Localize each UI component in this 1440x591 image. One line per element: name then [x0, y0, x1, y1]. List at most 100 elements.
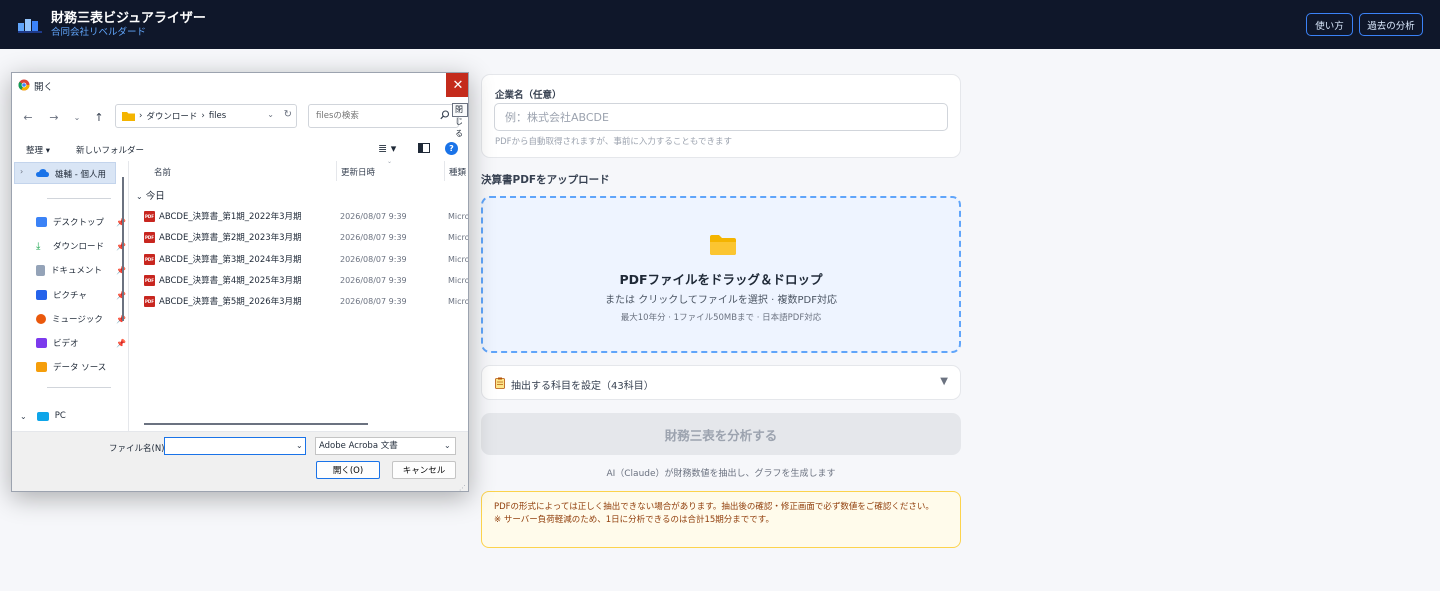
file-date: 2026/08/07 9:39	[340, 275, 407, 285]
folder-search-input[interactable]	[308, 104, 459, 128]
sidebar-item-label: データ ソース	[53, 363, 107, 373]
column-header-date[interactable]: 更新日時	[341, 166, 375, 178]
search-icon	[440, 110, 450, 120]
clipboard-icon	[495, 377, 505, 389]
address-bar[interactable]: › ダウンロード › files ⌄ ↻	[115, 104, 297, 128]
file-type: Micro	[448, 211, 469, 221]
breadcrumb-downloads[interactable]: ダウンロード	[146, 110, 197, 122]
sidebar-item-label: ドキュメント	[51, 266, 103, 276]
file-name: ABCDE_決算書_第3期_2024年3月期	[159, 255, 302, 265]
sidebar-item-data-source[interactable]: データ ソース	[36, 360, 128, 374]
analyze-button[interactable]: 財務三表を分析する	[481, 413, 961, 455]
file-name: ABCDE_決算書_第1期_2022年3月期	[159, 212, 302, 222]
sidebar-divider	[47, 387, 111, 388]
filename-history-chevron-icon[interactable]: ⌄	[296, 441, 303, 450]
sidebar-item-videos[interactable]: ビデオ 📌	[36, 336, 128, 350]
file-row[interactable]: PDF ABCDE_決算書_第3期_2024年3月期 2026/08/07 9:…	[144, 252, 469, 266]
filename-input[interactable]	[164, 437, 306, 455]
desktop-icon	[36, 217, 47, 227]
new-folder-button[interactable]: 新しいフォルダー	[76, 144, 144, 156]
help-icon[interactable]: ?	[445, 142, 458, 155]
open-button[interactable]: 開く(O)	[316, 461, 380, 479]
address-history-chevron-icon[interactable]: ⌄	[267, 110, 274, 119]
sidebar-divider	[47, 198, 111, 199]
sidebar-item-downloads[interactable]: ⤓ ダウンロード 📌	[36, 239, 128, 253]
forward-arrow-icon[interactable]: →	[47, 111, 61, 125]
video-icon	[36, 338, 47, 348]
sidebar-scrollbar[interactable]	[122, 177, 124, 321]
app-header: 財務三表ビジュアライザー 合同会社リベルダード 使い方 過去の分析	[0, 0, 1440, 49]
horizontal-scrollbar[interactable]	[144, 423, 368, 425]
sidebar-item-onedrive[interactable]: › 雄輔 - 個人用	[14, 162, 116, 184]
chevron-down-icon[interactable]: ⌄	[444, 441, 451, 450]
analyze-caption: AI（Claude）が財務数値を抽出し、グラフを生成します	[606, 469, 836, 479]
view-options-icon[interactable]: ≣ ▾	[378, 142, 396, 155]
sidebar-item-label: PC	[54, 411, 66, 421]
pdf-file-icon: PDF	[144, 295, 155, 307]
dropzone-note: 最大10年分 · 1ファイル50MBまで · 日本語PDF対応	[620, 313, 822, 323]
sidebar-item-label: デスクトップ	[53, 218, 105, 228]
how-to-button[interactable]: 使い方	[1306, 13, 1353, 36]
file-row[interactable]: PDF ABCDE_決算書_第4期_2025年3月期 2026/08/07 9:…	[144, 273, 469, 287]
sidebar-item-documents[interactable]: ドキュメント 📌	[36, 263, 128, 277]
group-header-today[interactable]: ⌄ 今日	[136, 188, 165, 202]
breadcrumb-separator: ›	[139, 111, 143, 121]
dropzone-subtitle: または クリックしてファイルを選択 · 複数PDF対応	[605, 295, 837, 306]
filetype-select[interactable]: Adobe Acroba 文書	[315, 437, 456, 455]
sidebar-item-music[interactable]: ミュージック 📌	[36, 312, 128, 326]
pdf-file-icon: PDF	[144, 274, 155, 286]
file-open-dialog: 開く ✕ 閉じる ← → ⌄ ↑ › ダウンロード › files ⌄ ↻ 整理…	[11, 72, 469, 492]
pdf-dropzone[interactable]: PDFファイルをドラッグ＆ドロップ または クリックしてファイルを選択 · 複数…	[481, 196, 961, 353]
sidebar-item-label: ピクチャ	[53, 291, 87, 301]
brand: 財務三表ビジュアライザー 合同会社リベルダード	[51, 10, 206, 39]
history-button[interactable]: 過去の分析	[1359, 13, 1423, 36]
company-label: 企業名（任意）	[495, 90, 562, 101]
file-name: ABCDE_決算書_第5期_2026年3月期	[159, 297, 302, 307]
warning-text: PDFの形式によっては正しく抽出できない場合があります。抽出後の確認・修正画面で…	[494, 502, 934, 512]
breadcrumb-separator: ›	[201, 111, 205, 121]
cancel-button[interactable]: キャンセル	[392, 461, 456, 479]
refresh-icon[interactable]: ↻	[284, 109, 292, 120]
pin-icon[interactable]: 📌	[116, 339, 126, 348]
file-type: Micro	[448, 254, 469, 264]
dialog-sidebar: › 雄輔 - 個人用 デスクトップ 📌 ⤓ ダウンロード 📌 ドキュメント 📌 …	[12, 161, 129, 431]
file-row[interactable]: PDF ABCDE_決算書_第5期_2026年3月期 2026/08/07 9:…	[144, 294, 468, 308]
column-divider[interactable]	[336, 161, 337, 181]
file-row[interactable]: PDF ABCDE_決算書_第2期_2023年3月期 2026/08/07 9:…	[144, 230, 468, 244]
upload-heading: 決算書PDFをアップロード	[481, 174, 610, 186]
fields-settings-toggle[interactable]: 抽出する科目を設定（43科目） ▼	[481, 365, 961, 400]
app-title: 財務三表ビジュアライザー	[51, 11, 206, 26]
organize-menu[interactable]: 整理 ▾	[26, 144, 50, 156]
music-icon	[36, 314, 46, 324]
sidebar-item-pc[interactable]: ⌄ PC	[20, 409, 112, 423]
expand-chevron-icon[interactable]: ›	[20, 167, 23, 176]
expand-chevron-icon[interactable]: ⌄	[20, 412, 27, 421]
file-name: ABCDE_決算書_第2期_2023年3月期	[159, 233, 302, 243]
recent-chevron-icon[interactable]: ⌄	[70, 111, 84, 125]
resize-grip-icon[interactable]: ⋰	[459, 484, 466, 491]
company-input[interactable]	[494, 103, 948, 131]
close-tooltip: 閉じる	[452, 103, 468, 138]
up-arrow-icon[interactable]: ↑	[92, 111, 106, 125]
back-arrow-icon[interactable]: ←	[21, 111, 35, 125]
column-header-type[interactable]: 種類	[449, 166, 466, 178]
column-divider[interactable]	[444, 161, 445, 181]
file-type: Micro	[448, 275, 469, 285]
company-help-text: PDFから自動取得されますが、事前に入力することもできます	[495, 137, 733, 147]
company-card: 企業名（任意） PDFから自動取得されますが、事前に入力することもできます	[481, 74, 961, 158]
warning-box: PDFの形式によっては正しく抽出できない場合があります。抽出後の確認・修正画面で…	[481, 491, 961, 548]
file-date: 2026/08/07 9:39	[340, 296, 407, 306]
filename-label: ファイル名(N):	[109, 444, 168, 454]
dialog-title: 開く	[34, 82, 54, 93]
sidebar-item-pictures[interactable]: ピクチャ 📌	[36, 288, 128, 302]
preview-pane-icon[interactable]	[418, 143, 430, 153]
sidebar-item-label: ダウンロード	[53, 242, 105, 252]
sidebar-item-desktop[interactable]: デスクトップ 📌	[36, 215, 128, 229]
folder-icon	[710, 235, 736, 255]
breadcrumb-files[interactable]: files	[209, 111, 226, 121]
cloud-icon	[36, 169, 49, 177]
fields-settings-label: 抽出する科目を設定（43科目）	[511, 381, 654, 392]
file-row[interactable]: PDF ABCDE_決算書_第1期_2022年3月期 2026/08/07 9:…	[144, 209, 469, 223]
column-header-name[interactable]: 名前	[154, 166, 171, 178]
close-button[interactable]: ✕	[446, 73, 468, 97]
